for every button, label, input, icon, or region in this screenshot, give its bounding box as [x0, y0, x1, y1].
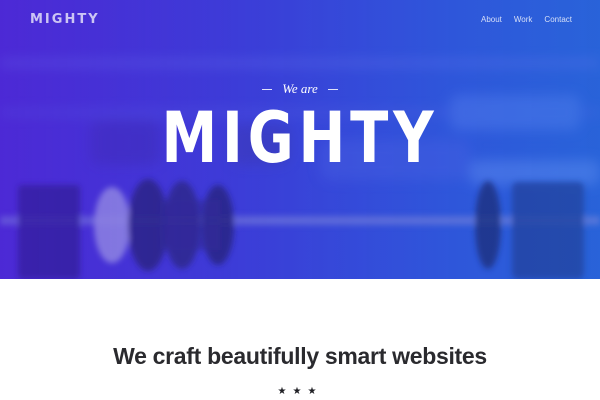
nav-link-about[interactable]: About — [481, 15, 502, 24]
nav-link-work[interactable]: Work — [514, 15, 533, 24]
stars-divider: ★★★ — [277, 386, 323, 397]
main-nav: About Work Contact — [481, 15, 572, 24]
intro-heading: We craft beautifully smart websites — [113, 343, 487, 369]
page: MIGHTY About Work Contact We are MIGHTY … — [0, 0, 600, 400]
site-logo[interactable]: MIGHTY — [30, 12, 100, 27]
hero-title: MIGHTY — [161, 97, 439, 179]
nav-link-contact[interactable]: Contact — [544, 15, 572, 24]
hero-section: MIGHTY About Work Contact We are MIGHTY — [0, 0, 600, 279]
hero-eyebrow-text: We are — [282, 81, 318, 96]
eyebrow-rule-right — [327, 88, 338, 90]
eyebrow-rule-left — [262, 88, 273, 90]
hero-eyebrow: We are — [0, 81, 600, 97]
